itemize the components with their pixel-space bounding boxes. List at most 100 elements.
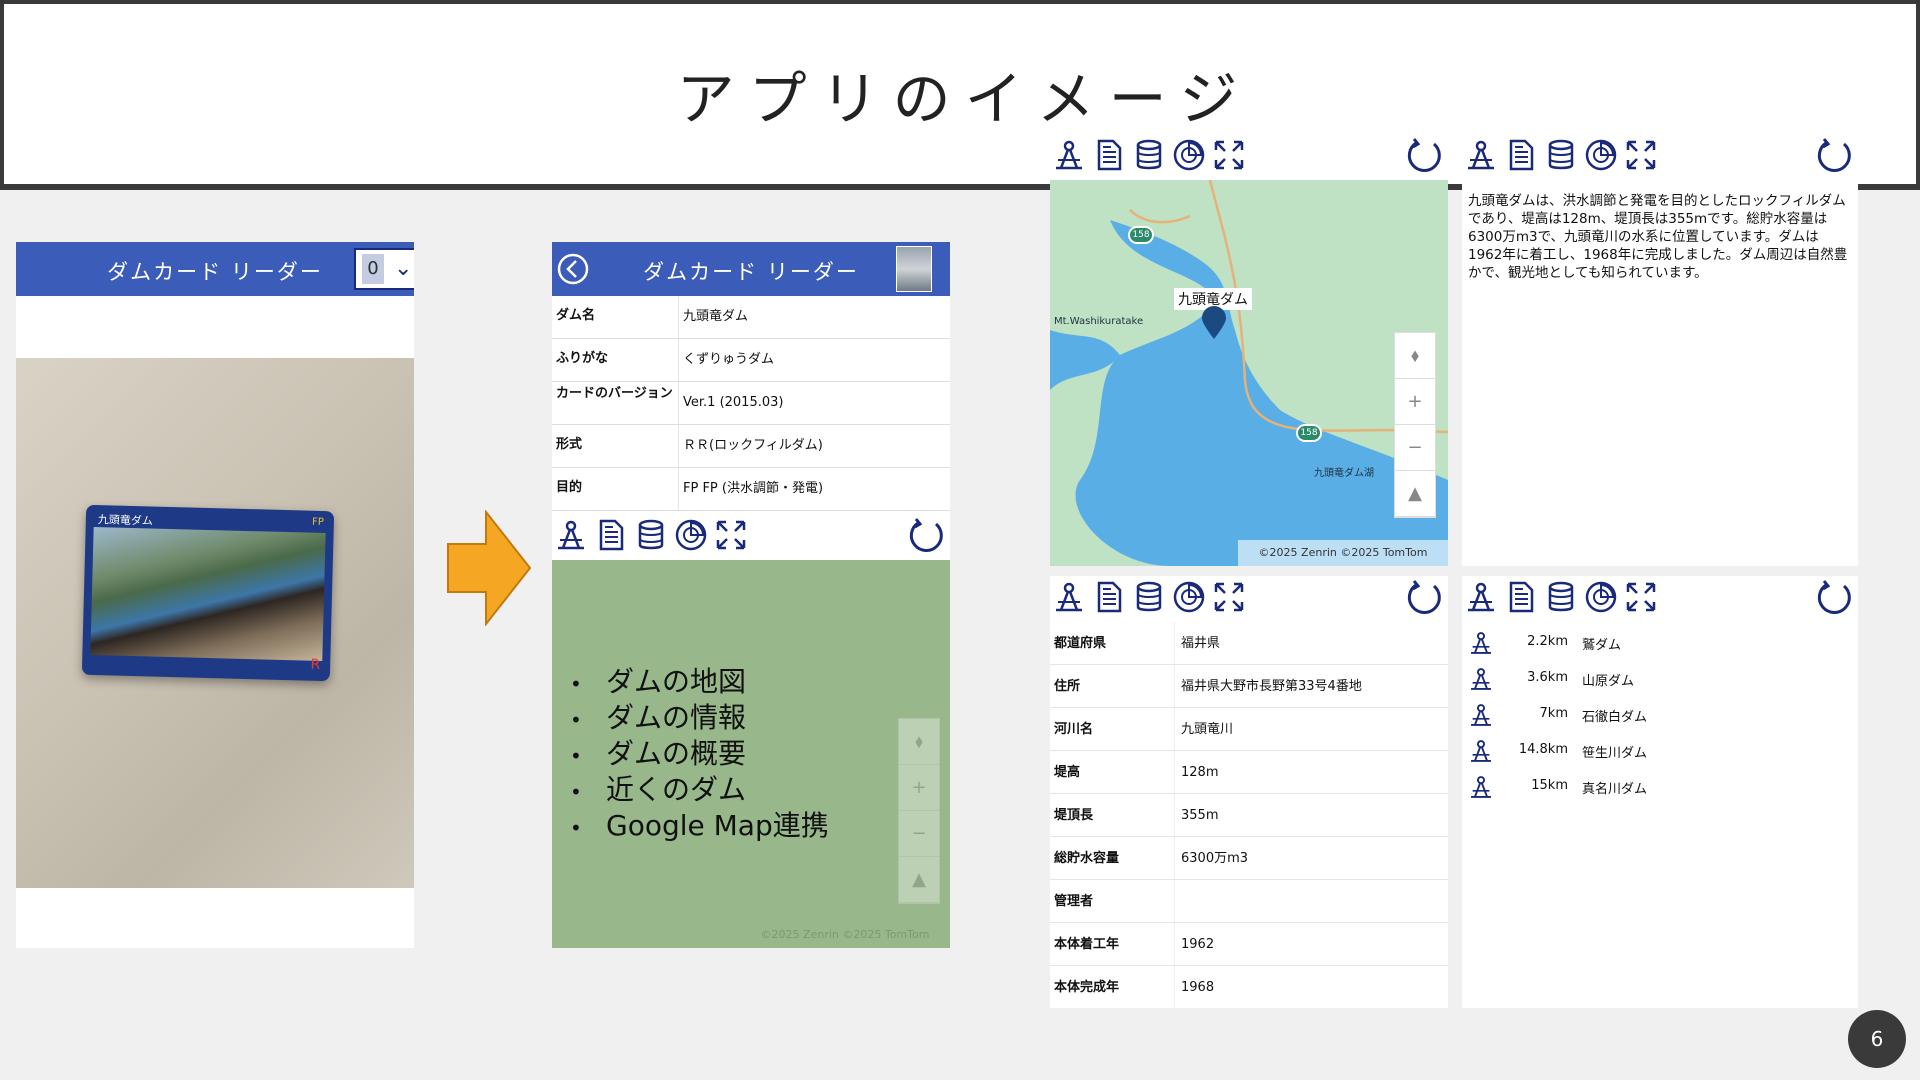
dam-map-icon [1468,630,1494,656]
feature-item: Google Map連携 [570,808,829,844]
compass-icon[interactable]: ⬧ [899,719,939,765]
dam-map-icon [1468,702,1494,728]
expand-icon[interactable] [1212,138,1246,172]
card-type-mark: R [310,656,321,673]
expand-icon[interactable] [1624,138,1658,172]
dam-map-icon[interactable] [554,518,588,552]
row-value [1174,880,1181,922]
nearby-distance: 2.2km [1527,634,1568,649]
expand-icon[interactable] [1212,580,1246,614]
nearby-distance: 3.6km [1527,670,1568,685]
dam-map-icon[interactable] [1052,580,1086,614]
refresh-icon[interactable] [1814,578,1854,618]
document-icon[interactable] [1092,580,1126,614]
database-icon[interactable] [1132,580,1166,614]
table-row: 本体完成年 1968 [1050,966,1448,1008]
zoom-out-button[interactable]: − [1395,425,1435,471]
card-select-value: 0 [362,254,384,284]
document-icon[interactable] [1504,580,1538,614]
card-picture [90,526,326,662]
table-row: 堤頂長 355m [1050,794,1448,837]
row-value: 1968 [1174,966,1214,1008]
database-icon[interactable] [1544,580,1578,614]
row-value: 355m [1174,794,1218,836]
refresh-icon[interactable] [1404,136,1444,176]
expand-icon[interactable] [714,518,748,552]
row-label: 都道府県 [1054,636,1107,651]
pie-chart-icon[interactable] [1584,580,1618,614]
nearby-distance: 7km [1539,706,1568,721]
chevron-down-icon: ⌄ [394,256,413,281]
dam-map-icon[interactable] [1464,580,1498,614]
row-value: 九頭竜川 [1174,708,1233,750]
feature-item: ダムの情報 [570,700,829,736]
table-row: 管理者 [1050,880,1448,923]
refresh-icon[interactable] [1404,578,1444,618]
reader-screen: ダムカード リーダー 0 ⌄ 九頭竜ダム FP R [16,242,414,948]
toolbar [552,514,950,558]
dam-map-icon [1468,774,1494,800]
document-icon[interactable] [594,518,628,552]
card-select-dropdown[interactable]: 0 ⌄ [354,248,414,290]
lake-label: 九頭竜ダム湖 [1314,468,1374,479]
row-value: ＲＲ(ロックフィルダム) [678,425,823,467]
map-controls: ⬧ + − ▲ [898,718,940,904]
document-icon[interactable] [1504,138,1538,172]
row-value: 128m [1174,751,1218,793]
row-value: 1962 [1174,923,1214,965]
refresh-icon[interactable] [1814,136,1854,176]
row-label: 本体着工年 [1054,937,1120,952]
toolbar [1050,134,1448,178]
table-row: 河川名 九頭竜川 [1050,708,1448,751]
card-title: 九頭竜ダム [97,513,154,528]
nearby-name: 笹生川ダム [1582,746,1648,761]
refresh-icon[interactable] [906,516,946,556]
map-controls: ⬧ + − ▲ [1394,332,1436,518]
nearby-name: 石徹白ダム [1582,710,1648,725]
mountain-label: Mt.Washikuratake [1054,316,1144,327]
zoom-in-button[interactable]: + [899,765,939,811]
tilt-icon[interactable]: ▲ [899,857,939,903]
database-icon[interactable] [1544,138,1578,172]
page-number: 6 [1848,1010,1906,1068]
zoom-in-button[interactable]: + [1395,379,1435,425]
pie-chart-icon[interactable] [1172,580,1206,614]
list-item[interactable]: 7km 石徹白ダム [1462,698,1858,734]
app-bar: ダムカード リーダー 0 ⌄ [16,242,414,296]
zoom-out-button[interactable]: − [899,811,939,857]
dam-map-icon[interactable] [1052,138,1086,172]
info-row: 形式 ＲＲ(ロックフィルダム) [552,425,950,468]
nearby-name: 山原ダム [1582,674,1635,689]
map-pin-icon[interactable] [1202,306,1226,340]
row-label: 管理者 [1054,894,1094,909]
map-view[interactable]: 158 158 Mt.Washikuratake 九頭竜ダム 九頭竜ダム湖 ⬧ +… [1050,180,1448,566]
compass-icon[interactable]: ⬧ [1395,333,1435,379]
row-value: 6300万m3 [1174,837,1248,879]
document-icon[interactable] [1092,138,1126,172]
dam-map-icon [1468,666,1494,692]
row-label: ダム名 [556,308,596,323]
dam-description: 九頭竜ダムは、洪水調節と発電を目的としたロックフィルダムであり、堤高は128m、… [1468,193,1848,281]
pie-chart-icon[interactable] [1172,138,1206,172]
expand-icon[interactable] [1624,580,1658,614]
list-item[interactable]: 3.6km 山原ダム [1462,662,1858,698]
summary-screen: 九頭竜ダムは、洪水調節と発電を目的としたロックフィルダムであり、堤高は128m、… [1462,134,1858,566]
dam-map-icon [1468,738,1494,764]
camera-preview: 九頭竜ダム FP R [16,358,414,888]
row-label: 堤頂長 [1054,808,1094,823]
tilt-icon[interactable]: ▲ [1395,471,1435,517]
database-icon[interactable] [634,518,668,552]
nearby-distance: 14.8km [1518,742,1568,757]
route-badge: 158 [1296,424,1322,442]
app-bar: ダムカード リーダー [552,242,950,296]
list-item[interactable]: 2.2km 鷲ダム [1462,626,1858,662]
list-item[interactable]: 15km 真名川ダム [1462,770,1858,806]
dam-map-icon[interactable] [1464,138,1498,172]
card-thumbnail[interactable] [896,246,932,292]
list-item[interactable]: 14.8km 笹生川ダム [1462,734,1858,770]
pie-chart-icon[interactable] [1584,138,1618,172]
pie-chart-icon[interactable] [674,518,708,552]
database-icon[interactable] [1132,138,1166,172]
card-purpose: FP [311,516,325,529]
row-value: FP FP (洪水調節・発電) [678,468,823,510]
